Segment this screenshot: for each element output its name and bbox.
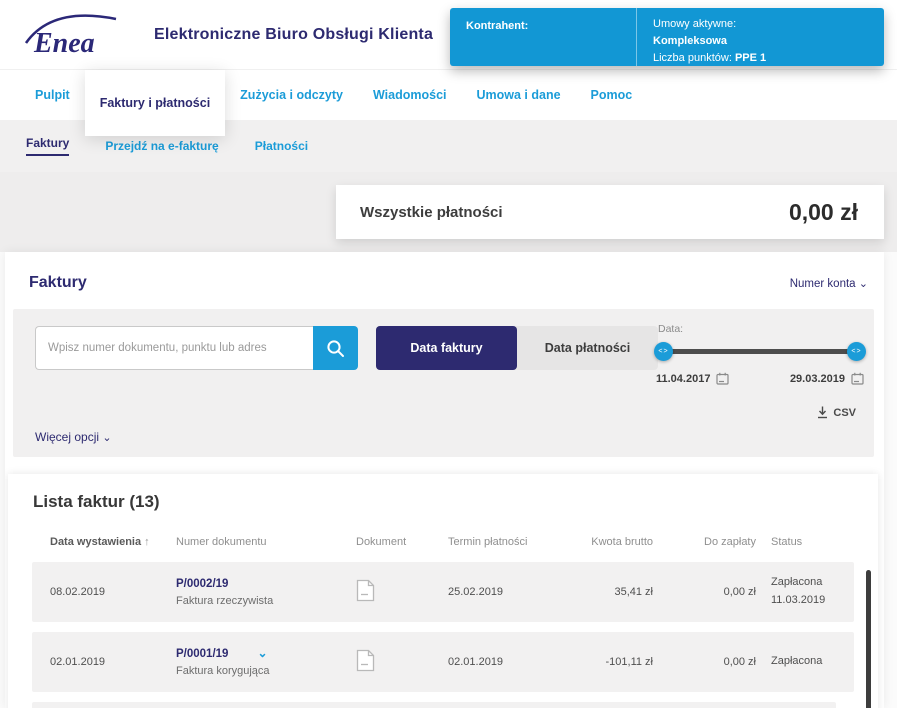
column-header-issue-date[interactable]: Data wystawienia ↑ (50, 536, 176, 548)
nav-item-faktury-i-platnosci[interactable]: Faktury i płatności (85, 70, 225, 136)
subnav-item-platnosci[interactable]: Płatności (255, 139, 308, 153)
slider-handle-start[interactable]: <> (654, 342, 673, 361)
toggle-data-platnosci[interactable]: Data płatności (517, 326, 658, 370)
contract-info-card: Kontrahent: Umowy aktywne: Kompleksowa L… (450, 8, 884, 66)
invoice-rows: 08.02.2019 P/0002/19 ⌄ Faktura rzeczywis… (32, 562, 854, 692)
app-header: Enea Elektroniczne Biuro Obsługi Klienta… (0, 0, 897, 70)
active-contracts-label: Umowy aktywne: (653, 16, 766, 33)
status-date: 11.03.2019 (771, 592, 836, 610)
table-row[interactable]: 02.01.2019 P/0001/19 ⌄ Faktura korygując… (32, 632, 854, 692)
due-date: 02.01.2019 (448, 656, 568, 668)
enea-logo: Enea (24, 10, 120, 60)
csv-export-link[interactable]: CSV (817, 406, 856, 419)
invoice-list-card: Lista faktur (13) Data wystawienia ↑ Num… (8, 474, 878, 708)
table-row[interactable]: 08.02.2019 P/0002/19 ⌄ Faktura rzeczywis… (32, 562, 854, 622)
column-header-gross: Kwota brutto (568, 536, 653, 548)
search-icon (326, 339, 345, 358)
issue-date: 08.02.2019 (50, 586, 176, 598)
table-row-partial (32, 702, 836, 708)
chevron-down-icon: ⌄ (859, 278, 868, 290)
column-header-to-pay: Do zapłaty (653, 536, 756, 548)
status-text: Zapłacona (771, 574, 836, 592)
doc-number[interactable]: P/0002/19 (176, 578, 228, 590)
calendar-icon-start[interactable] (716, 372, 729, 385)
gross-amount: 35,41 zł (568, 586, 653, 598)
page-title: Elektroniczne Biuro Obsługi Klienta (154, 26, 433, 44)
due-date: 25.02.2019 (448, 586, 568, 598)
expand-chevron[interactable]: ⌄ (258, 646, 268, 660)
date-type-toggle: Data faktury Data płatności (376, 326, 658, 370)
slider-handle-end[interactable]: <> (847, 342, 866, 361)
doc-type: Faktura rzeczywista (176, 593, 356, 610)
invoice-list-title: Lista faktur (13) (33, 492, 878, 512)
invoices-panel: Faktury Numer konta ⌄ Data faktury Data … (5, 252, 884, 708)
issue-date: 02.01.2019 (50, 656, 176, 668)
doc-type: Faktura korygująca (176, 663, 356, 680)
main-navigation: Pulpit Faktury i płatności Zużycia i odc… (0, 70, 897, 120)
column-header-document: Dokument (356, 536, 448, 548)
toggle-data-faktury[interactable]: Data faktury (376, 326, 517, 370)
more-options-link[interactable]: Więcej opcji ⌄ (35, 430, 112, 444)
to-pay-amount: 0,00 zł (653, 656, 756, 668)
filter-box: Data faktury Data płatności Data: <> <> … (13, 309, 874, 457)
date-range-slider: Data: <> <> 11.04.2017 29.03.2019 (656, 323, 864, 385)
invoice-table: Data wystawienia ↑ Numer dokumentu Dokum… (32, 536, 854, 708)
column-header-due-date: Termin płatności (448, 536, 568, 548)
account-number-dropdown[interactable]: Numer konta ⌄ (790, 277, 868, 290)
nav-item-umowa-i-dane[interactable]: Umowa i dane (462, 70, 576, 120)
sort-asc-icon: ↑ (144, 536, 150, 548)
column-header-status: Status (756, 536, 836, 548)
all-payments-label: Wszystkie płatności (360, 204, 503, 221)
subnav-item-efaktura[interactable]: Przejdź na e-fakturę (105, 139, 218, 153)
subnav-item-faktury[interactable]: Faktury (26, 136, 69, 156)
vertical-scrollbar[interactable] (866, 570, 871, 708)
slider-track-line (658, 349, 862, 354)
contract-type-value: Kompleksowa (653, 33, 766, 50)
nav-item-pulpit[interactable]: Pulpit (20, 70, 85, 120)
chevron-down-icon: ⌄ (102, 432, 111, 444)
status-text: Zapłacona (771, 653, 836, 671)
svg-text:Enea: Enea (33, 28, 95, 59)
search-button[interactable] (313, 326, 358, 370)
all-payments-amount: 0,00 zł (789, 199, 858, 226)
calendar-icon-end[interactable] (851, 372, 864, 385)
doc-number[interactable]: P/0001/19 (176, 648, 228, 660)
all-payments-card: Wszystkie płatności 0,00 zł (336, 185, 884, 239)
invoice-table-header: Data wystawienia ↑ Numer dokumentu Dokum… (32, 536, 854, 548)
end-date-value: 29.03.2019 (790, 373, 845, 385)
nav-item-pomoc[interactable]: Pomoc (576, 70, 648, 120)
download-icon (817, 406, 828, 419)
gross-amount: -101,11 zł (568, 656, 653, 668)
nav-item-zuzycia-i-odczyty[interactable]: Zużycia i odczyty (225, 70, 358, 120)
document-icon[interactable] (356, 579, 375, 602)
kontrahent-label: Kontrahent: (466, 20, 528, 32)
points-count-value: PPE 1 (735, 52, 766, 64)
nav-item-wiadomosci[interactable]: Wiadomości (358, 70, 462, 120)
panel-title: Faktury (29, 274, 87, 292)
slider-track: <> <> (656, 342, 864, 361)
summary-strip: Wszystkie płatności 0,00 zł (0, 172, 897, 252)
points-count-label: Liczba punktów: (653, 52, 732, 64)
to-pay-amount: 0,00 zł (653, 586, 756, 598)
slider-label: Data: (658, 323, 864, 335)
document-icon[interactable] (356, 649, 375, 672)
column-header-doc-number: Numer dokumentu (176, 536, 356, 548)
start-date-value: 11.04.2017 (656, 373, 710, 385)
search-input[interactable] (35, 326, 313, 370)
